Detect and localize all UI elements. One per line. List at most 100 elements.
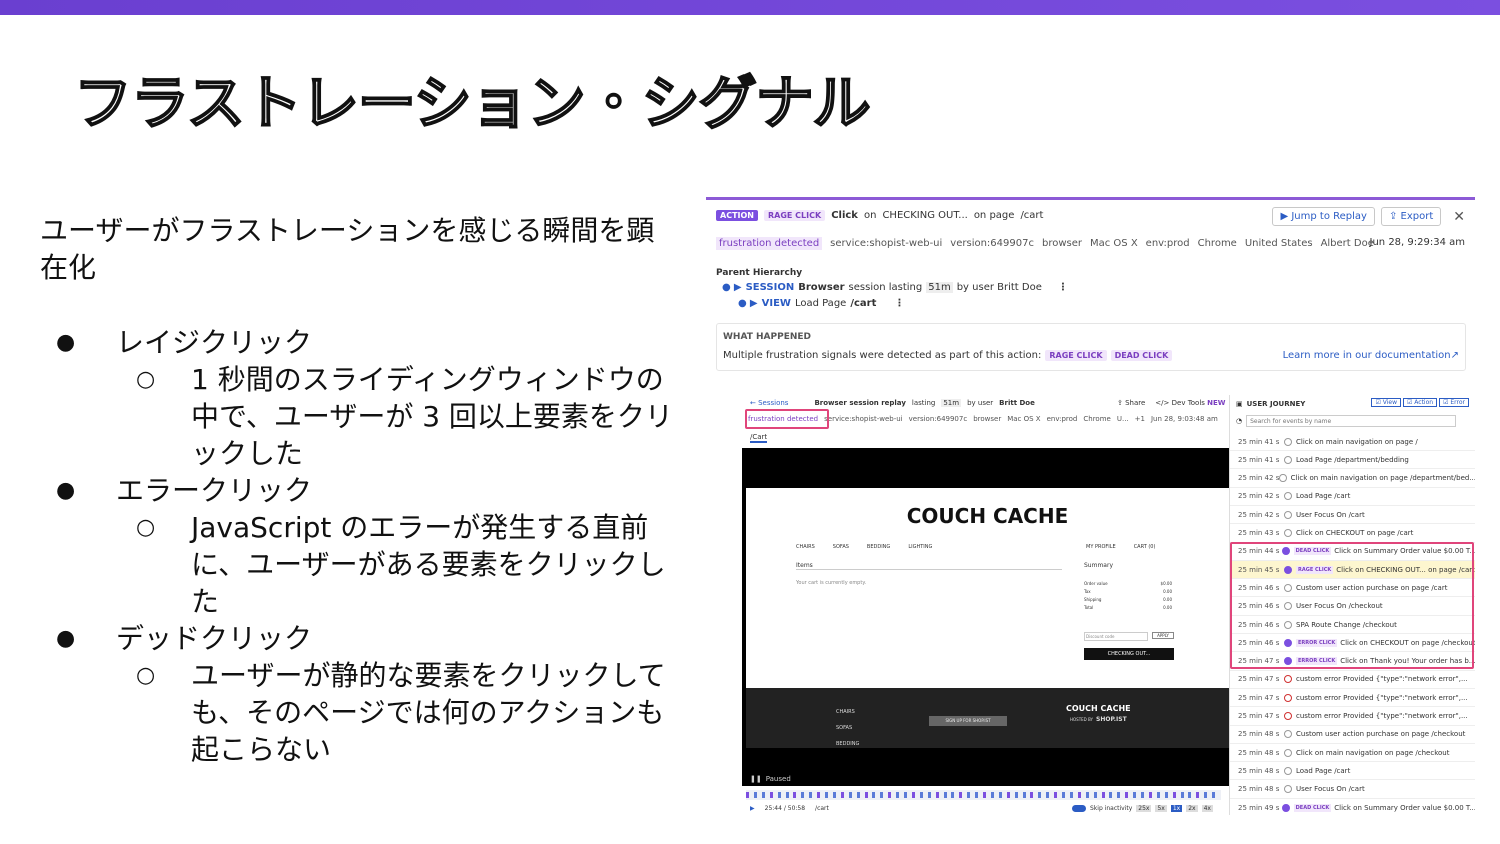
journey-event[interactable]: 25 min 42 s Load Page /cart (1230, 488, 1475, 506)
session-rest: session lasting (848, 282, 923, 293)
journey-event[interactable]: 25 min 42 s Click on main navigation on p… (1230, 470, 1475, 488)
rage-click-badge: RAGE CLICK (764, 210, 826, 221)
error-icon (1284, 693, 1292, 702)
timeline-mark (1164, 792, 1168, 798)
apply-button[interactable]: APPLY (1152, 632, 1174, 639)
event-time: 25 min 49 s (1238, 803, 1280, 812)
replay-tag: Jun 28, 9:03:48 am (1150, 415, 1218, 423)
export-button[interactable]: ⇪ Export (1380, 207, 1442, 226)
journey-event[interactable]: 25 min 48 s User Focus On /cart (1230, 781, 1475, 799)
footer-nav-item[interactable]: CHAIRS (836, 704, 859, 720)
journey-event[interactable]: 25 min 41 s Load Page /department/bedding (1230, 451, 1475, 470)
journey-event[interactable]: 25 min 41 s Click on main navigation on p… (1230, 433, 1475, 451)
speed-controls: Skip inactivity 25x 5x 1x 2x 4x (1072, 805, 1213, 812)
clock-icon[interactable]: ◔ (1236, 417, 1242, 425)
event-time: 25 min 43 s (1238, 529, 1280, 537)
more-icon[interactable]: ⋮ (1058, 282, 1068, 293)
docs-link[interactable]: Learn more in our documentation (1283, 350, 1451, 361)
share-button[interactable]: ⇪ Share (1117, 399, 1145, 407)
footer-nav-item[interactable]: BEDDING (836, 736, 859, 752)
journey-filter[interactable]: ☑ View (1371, 398, 1401, 407)
footer-nav: CHAIRS SOFAS BEDDING (836, 704, 859, 752)
event-time: Jun 28, 9:29:34 am (1369, 237, 1465, 248)
jump-to-replay-button[interactable]: ▶ Jump to Replay (1272, 207, 1375, 226)
bullet-item: ● エラークリック (56, 472, 696, 509)
journey-event[interactable]: 25 min 42 s User Focus On /cart (1230, 506, 1475, 525)
action-panel-screenshot: ACTION RAGE CLICK Click on CHECKING OUT.… (706, 197, 1475, 374)
journey-event[interactable]: 25 min 48 s Custom user action purchase o… (1230, 726, 1475, 744)
bullet-label: エラークリック (116, 474, 313, 507)
timeline-mark (990, 792, 994, 798)
event-time: 25 min 42 s (1238, 510, 1280, 519)
journey-filter-label: View (1382, 399, 1397, 406)
event-text: Click on main navigation on page / (1296, 437, 1418, 446)
panel-tag: frustration detected (716, 237, 823, 250)
event-time: 25 min 41 s (1238, 455, 1280, 464)
store-nav-item[interactable]: LIGHTING (908, 544, 932, 550)
event-time: 25 min 42 s (1238, 474, 1280, 483)
speed-option[interactable]: 4x (1201, 805, 1213, 812)
journey-event[interactable]: 25 min 47 s custom error Provided {"type"… (1230, 689, 1475, 708)
checkout-button[interactable]: CHECKING OUT... (1084, 648, 1174, 660)
store-nav-item[interactable]: MY PROFILE (1086, 544, 1116, 550)
journey-event[interactable]: 25 min 47 s custom error Provided {"type"… (1230, 708, 1475, 726)
skip-toggle[interactable] (1072, 805, 1086, 812)
error-icon (1284, 712, 1292, 720)
devtools-button[interactable]: </> Dev Tools NEW (1155, 399, 1225, 407)
summary-row: Shipping 0.00 (1084, 596, 1172, 604)
discount-input[interactable]: Discount code (1084, 632, 1148, 641)
timeline-mark (1046, 792, 1050, 798)
play-icon[interactable]: ▶ (750, 805, 755, 812)
timeline-mark (927, 792, 931, 798)
view-page: /cart (850, 298, 877, 309)
summary-heading: Summary (1084, 562, 1113, 569)
panel-tag: env:prod (1145, 238, 1190, 249)
speed-option[interactable]: 25x (1136, 805, 1152, 812)
signup-button[interactable]: SIGN UP FOR SHOP.IST (929, 716, 1007, 726)
journey-event[interactable]: 25 min 47 s custom error Provided {"type"… (1230, 671, 1475, 689)
session-label: SESSION (745, 282, 795, 293)
pause-icon[interactable]: ❚❚ (750, 775, 762, 783)
journey-event[interactable]: 25 min 43 s Click on CHECKOUT on page /ca… (1230, 525, 1475, 543)
close-icon[interactable]: ✕ (1453, 209, 1465, 225)
replay-timeline[interactable] (746, 790, 1221, 800)
speed-option[interactable]: 2x (1186, 805, 1198, 812)
journey-event[interactable]: 25 min 48 s Click on main navigation on p… (1230, 744, 1475, 763)
timeline-mark (856, 792, 860, 798)
store-nav-item[interactable]: CART (0) (1134, 544, 1156, 550)
store-nav: CHAIRS SOFAS BEDDING LIGHTING (796, 544, 932, 550)
replay-video[interactable]: COUCH CACHE CHAIRS SOFAS BEDDING LIGHTING M… (742, 448, 1229, 786)
panel-tag: version:649907c (950, 238, 1034, 249)
share-label: Share (1125, 399, 1146, 407)
session-user: by user Britt Doe (956, 282, 1042, 293)
footer-logo: COUCH CACHE (1066, 704, 1131, 713)
journey-search-input[interactable] (1246, 415, 1457, 427)
timeline-mark (1117, 792, 1121, 798)
user-journey-panel: ▣USER JOURNEY ☑ View☑ Action☑ Error ◔ 25… (1229, 395, 1475, 815)
session-replay-screenshot: ← Sessions Browser session replay lastin… (742, 395, 1475, 815)
journey-event[interactable]: 25 min 48 s Load Page /cart (1230, 762, 1475, 781)
timeline-mark (1188, 792, 1192, 798)
journey-filter[interactable]: ☑ Action (1402, 398, 1438, 407)
store-nav-item[interactable]: BEDDING (867, 544, 890, 550)
replay-url: /Cart (750, 433, 768, 441)
event-time: 25 min 47 s (1238, 712, 1280, 720)
timeline-mark (840, 792, 844, 798)
journey-filter[interactable]: ☑ Error (1439, 398, 1469, 407)
error-icon (1284, 675, 1292, 684)
speed-option[interactable]: 5x (1155, 805, 1167, 812)
click-target: CHECKING OUT... (882, 210, 968, 221)
sub-bullet-text: 1 秒間のスライディングウィンドウの中で、ユーザーが 3 回以上要素をクリックし… (191, 363, 673, 470)
store-nav-item[interactable]: SOFAS (833, 544, 849, 550)
top-accent-bar (0, 0, 1500, 15)
sessions-back-link[interactable]: ← Sessions (750, 399, 788, 407)
journey-event[interactable]: 25 min 49 s DEAD CLICK Click on Summary Or… (1230, 799, 1475, 815)
sub-bullet-text: JavaScript のエラーが発生する直前に、ユーザーがある要素をクリックした (191, 511, 666, 618)
more-icon[interactable]: ⋮ (894, 298, 904, 309)
speed-option[interactable]: 1x (1170, 805, 1183, 812)
footer-nav-item[interactable]: SOFAS (836, 720, 859, 736)
store-nav-item[interactable]: CHAIRS (796, 544, 815, 550)
summary-row: Tax 0.00 (1084, 588, 1172, 596)
summary-label: Total (1084, 605, 1094, 610)
panel-tag: browser (1041, 238, 1082, 249)
